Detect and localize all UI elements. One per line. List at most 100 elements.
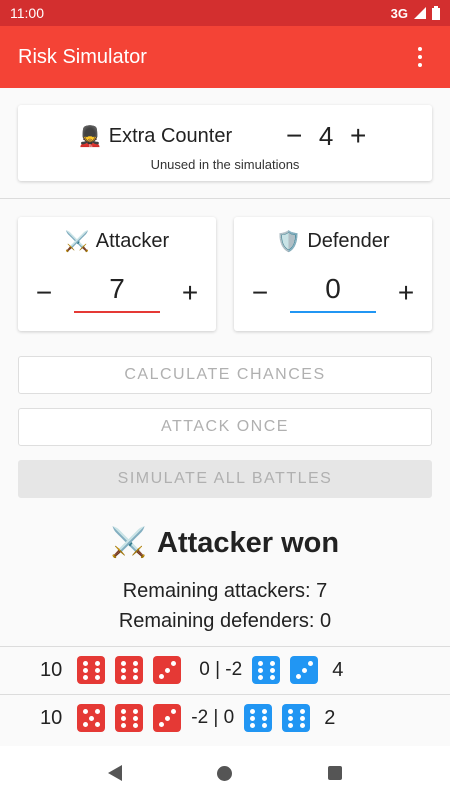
die-pip — [287, 708, 293, 714]
defender-count-input[interactable]: 0 — [290, 273, 376, 313]
die-pip — [170, 709, 176, 715]
die-pip — [269, 667, 275, 673]
attacker-decrement-button[interactable]: − — [30, 279, 58, 307]
die-pip — [307, 661, 313, 667]
die-pip — [249, 715, 255, 721]
red-die-icon — [153, 656, 182, 684]
swords-icon: ⚔️ — [64, 231, 90, 253]
attacker-card: ⚔️ Attacker − 7 + — [18, 217, 216, 331]
defender-increment-button[interactable]: + — [392, 279, 420, 307]
app-title: Risk Simulator — [18, 45, 147, 68]
extra-decrement-button[interactable]: − — [280, 122, 308, 150]
simulate-all-battles-button[interactable]: SIMULATE ALL BATTLES — [18, 460, 432, 498]
roll-attackers: 10 — [40, 658, 63, 681]
app-bar: Risk Simulator — [0, 26, 450, 88]
die-pip — [120, 722, 126, 728]
die-pip — [301, 667, 307, 673]
roll-defenders: 4 — [332, 658, 344, 681]
extra-increment-button[interactable]: + — [344, 122, 372, 150]
remaining-defenders: Remaining defenders: 0 — [118, 610, 332, 632]
attack-once-button[interactable]: ATTACK ONCE — [18, 408, 432, 446]
extra-counter-card: 💂 Extra Counter − 4 + Unused in the simu… — [18, 105, 432, 181]
home-icon[interactable] — [217, 765, 233, 781]
blue-die-icon — [290, 656, 319, 684]
calculate-chances-button[interactable]: CALCULATE CHANCES — [18, 356, 432, 394]
die-pip — [120, 715, 126, 721]
roll-attackers: 10 — [40, 706, 63, 729]
die-pip — [261, 715, 267, 721]
extra-counter-title: 💂 Extra Counter — [78, 124, 232, 149]
back-icon[interactable] — [107, 765, 122, 781]
extra-counter-subtitle: Unused in the simulations — [150, 157, 300, 172]
extra-counter-label: Extra Counter — [108, 124, 233, 147]
die-pip — [132, 660, 138, 666]
defender-label: Defender — [307, 230, 390, 252]
red-die-icon — [77, 656, 106, 684]
die-pip — [132, 674, 138, 680]
roll-row: 10 0 | -2 4 — [0, 648, 450, 692]
die-pip — [257, 660, 263, 666]
blue-die-icon — [244, 704, 273, 732]
divider — [0, 198, 450, 199]
blue-die-icon — [282, 704, 311, 732]
red-die-icon — [115, 656, 144, 684]
roll-score: -2 | 0 — [191, 707, 235, 728]
die-pip — [269, 674, 275, 680]
die-pip — [94, 709, 100, 715]
die-pip — [82, 660, 88, 666]
roll-score: 0 | -2 — [199, 659, 243, 680]
system-nav-bar — [0, 746, 450, 800]
extra-counter-value: 4 — [318, 120, 334, 151]
die-pip — [158, 721, 164, 727]
die-pip — [170, 661, 176, 667]
die-pip — [257, 667, 263, 673]
defender-decrement-button[interactable]: − — [246, 279, 274, 307]
die-pip — [120, 674, 126, 680]
die-pip — [261, 722, 267, 728]
die-pip — [82, 667, 88, 673]
attacker-title: ⚔️ Attacker — [18, 229, 216, 254]
roll-row: 10 -2 | 0 2 — [0, 696, 450, 740]
die-pip — [299, 722, 305, 728]
die-pip — [82, 721, 88, 727]
attacker-increment-button[interactable]: + — [176, 279, 204, 307]
die-pip — [94, 667, 100, 673]
remaining-attackers: Remaining attackers: 7 — [122, 580, 328, 602]
die-pip — [132, 715, 138, 721]
divider — [0, 694, 450, 695]
guard-icon: 💂 — [77, 125, 103, 148]
die-pip — [132, 667, 138, 673]
status-bar: 11:00 3G — [0, 0, 450, 26]
die-pip — [82, 709, 88, 715]
die-pip — [257, 674, 263, 680]
overflow-menu-icon[interactable] — [408, 45, 432, 69]
recents-icon[interactable] — [328, 766, 343, 780]
red-die-icon — [115, 704, 144, 732]
status-icons: 3G — [391, 6, 440, 21]
die-pip — [249, 708, 255, 714]
die-pip — [158, 673, 164, 679]
die-pip — [132, 708, 138, 714]
die-pip — [287, 722, 293, 728]
die-pip — [299, 708, 305, 714]
die-pip — [94, 721, 100, 727]
shield-icon: 🛡️ — [276, 231, 302, 253]
die-pip — [120, 660, 126, 666]
die-pip — [120, 667, 126, 673]
result-title: ⚔️ Attacker won — [0, 526, 450, 560]
die-pip — [164, 667, 170, 673]
die-pip — [299, 715, 305, 721]
die-pip — [261, 708, 267, 714]
die-pip — [132, 722, 138, 728]
die-pip — [94, 674, 100, 680]
red-die-icon — [153, 704, 182, 732]
roll-defenders: 2 — [324, 706, 336, 729]
die-pip — [88, 715, 94, 721]
die-pip — [94, 660, 100, 666]
battery-icon — [432, 6, 440, 20]
swords-icon: ⚔️ — [110, 527, 147, 559]
die-pip — [120, 708, 126, 714]
die-pip — [287, 715, 293, 721]
attacker-count-input[interactable]: 7 — [74, 273, 160, 313]
divider — [0, 646, 450, 647]
